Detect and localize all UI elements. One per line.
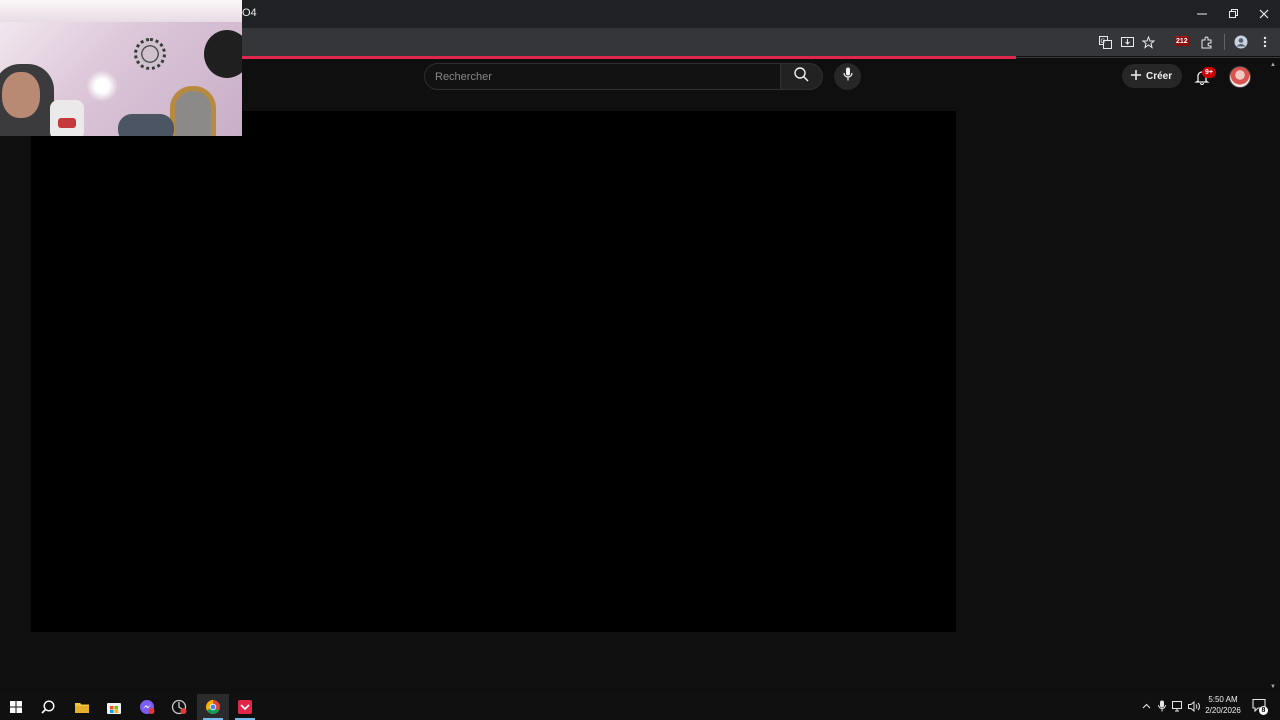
search-icon[interactable] (32, 694, 64, 720)
notifications-badge: 9+ (1202, 67, 1216, 78)
file-explorer-icon[interactable] (66, 694, 98, 720)
toolbar-divider (1224, 34, 1225, 50)
search-icon (794, 66, 809, 87)
minimize-icon[interactable] (1186, 0, 1218, 28)
clock-time: 5:50 AM (1208, 695, 1238, 704)
search-button[interactable] (781, 63, 823, 90)
search-input[interactable] (425, 64, 780, 89)
extensions-puzzle-icon[interactable] (1197, 33, 1215, 51)
voice-search-button[interactable] (834, 63, 861, 90)
create-button[interactable]: Créer (1122, 64, 1182, 88)
network-icon[interactable] (1171, 697, 1185, 715)
clock-date: 2/20/2026 (1205, 706, 1241, 715)
bookmark-star-icon[interactable] (1139, 33, 1157, 51)
search-field[interactable] (424, 63, 781, 90)
profile-icon[interactable] (1232, 33, 1250, 51)
app-icon[interactable] (163, 694, 195, 720)
chrome-icon[interactable] (197, 694, 229, 720)
screen: O4 G 212 Créer (0, 0, 1280, 720)
close-icon[interactable] (1248, 0, 1280, 28)
create-button-label: Créer (1146, 70, 1173, 82)
install-app-icon[interactable] (1118, 33, 1136, 51)
plus-icon (1130, 69, 1142, 84)
wall-clock-decor (134, 38, 166, 70)
notification-count-badge: 8 (1259, 706, 1268, 715)
extension-badge: 212 (1175, 37, 1189, 46)
app-icon[interactable] (229, 694, 261, 720)
account-avatar[interactable] (1229, 66, 1251, 88)
svg-text:G: G (1100, 39, 1105, 45)
page-loading-bar (242, 56, 1016, 59)
mirror-decor (170, 86, 216, 136)
store-icon[interactable] (98, 694, 130, 720)
scrollbar-down-arrow-icon[interactable]: ▼ (1270, 684, 1276, 690)
restore-icon[interactable] (1217, 0, 1249, 28)
chevron-up-icon[interactable] (1140, 697, 1152, 715)
page-loading-track (1016, 57, 1280, 58)
start-icon[interactable] (0, 694, 32, 720)
video-player[interactable] (31, 111, 956, 632)
scrollbar-up-arrow-icon[interactable]: ▲ (1270, 62, 1276, 68)
menu-kebab-icon[interactable] (1256, 33, 1274, 51)
microphone-icon (842, 67, 853, 86)
address-bar-text[interactable]: O4 (242, 7, 257, 19)
taskbar-clock[interactable]: 5:50 AM 2/20/2026 (1198, 694, 1248, 716)
webcam-overlay (0, 0, 242, 136)
microphone-icon[interactable] (1156, 697, 1168, 715)
messenger-icon[interactable] (131, 694, 163, 720)
translate-icon[interactable]: G (1096, 33, 1114, 51)
